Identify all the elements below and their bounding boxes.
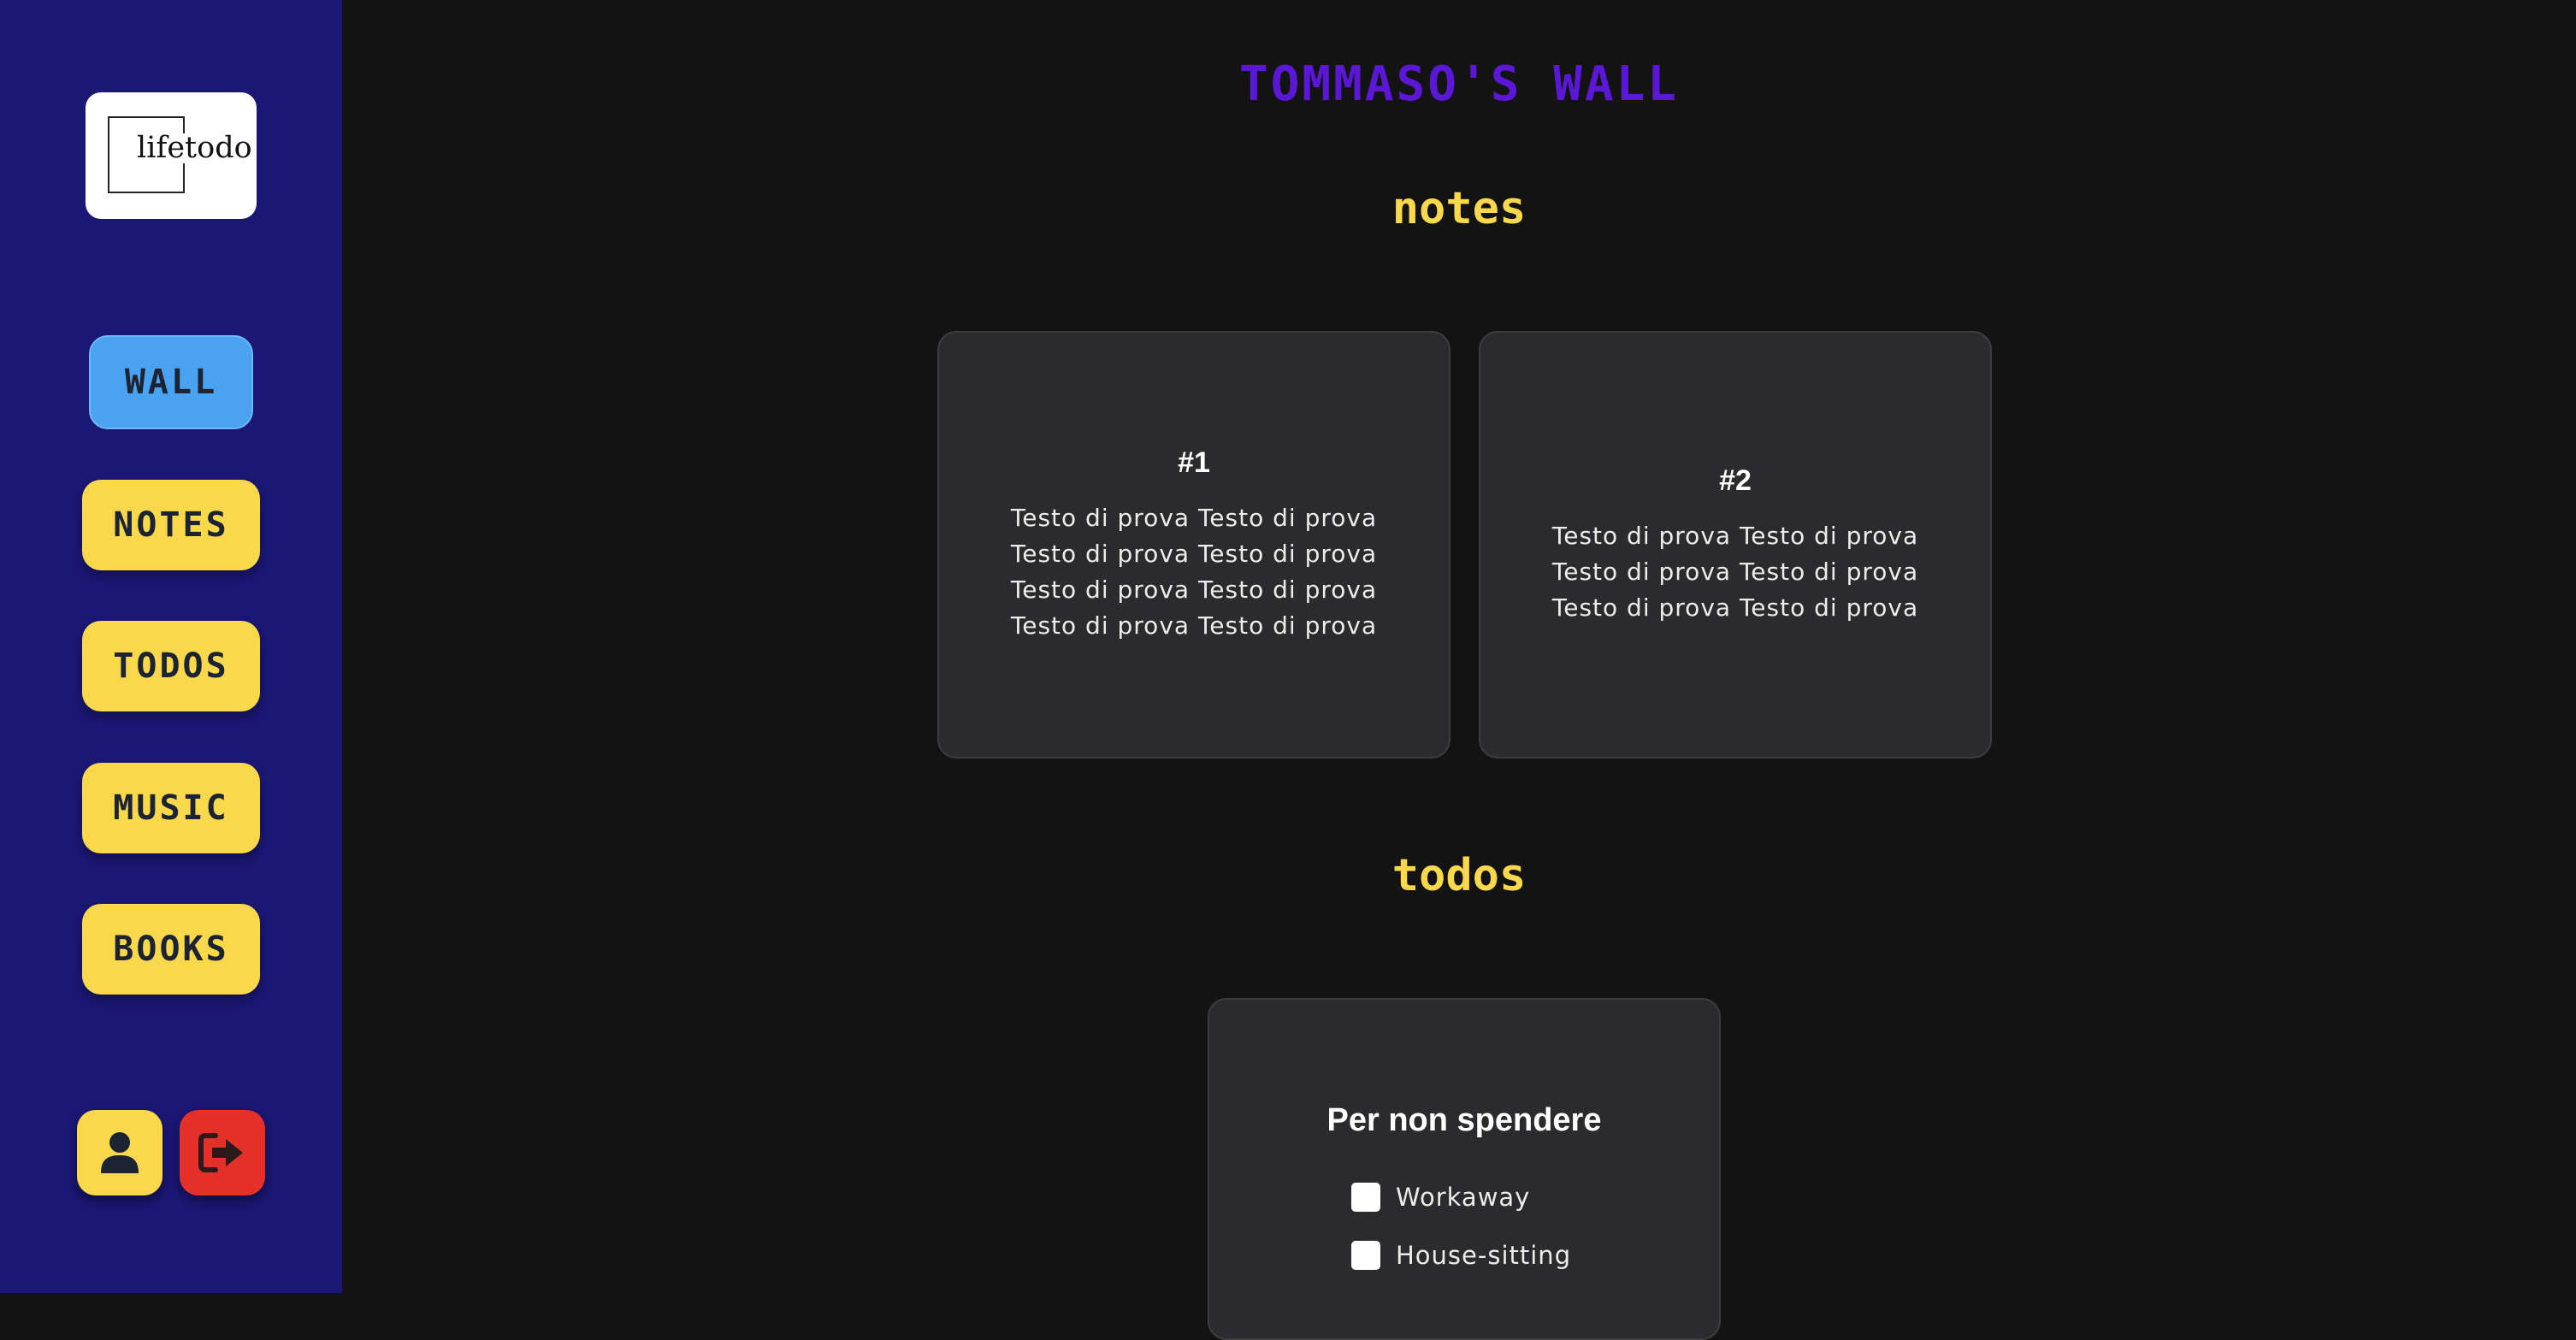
- note-title: #2: [1719, 463, 1752, 497]
- note-body: Testo di prova Testo di prova Testo di p…: [1551, 521, 1919, 622]
- todo-label: House-sitting: [1396, 1241, 1572, 1270]
- app-logo[interactable]: lifetodo: [86, 92, 257, 219]
- sidebar: lifetodo WALL NOTES TODOS MUSIC BOOKS: [0, 0, 342, 1293]
- page-title: TOMMASO'S WALL: [1238, 56, 1679, 112]
- profile-button[interactable]: [77, 1110, 162, 1195]
- note-body: Testo di prova Testo di prova Testo di p…: [1010, 503, 1378, 640]
- logout-icon: [198, 1133, 243, 1172]
- note-card[interactable]: #2 Testo di prova Testo di prova Testo d…: [1479, 331, 1992, 759]
- nav-notes-button[interactable]: NOTES: [82, 480, 260, 570]
- todo-item[interactable]: Workaway: [1351, 1168, 1582, 1226]
- note-title: #1: [1178, 446, 1210, 479]
- nav-music-button[interactable]: MUSIC: [82, 763, 260, 853]
- todo-list-title: Per non spendere: [1326, 1102, 1602, 1138]
- user-icon: [101, 1132, 139, 1173]
- todo-checkbox[interactable]: [1351, 1241, 1380, 1270]
- todo-card: Per non spendere Workaway House-sitting: [1208, 998, 1721, 1340]
- note-card[interactable]: #1 Testo di prova Testo di prova Testo d…: [937, 331, 1450, 759]
- nav-todos-button[interactable]: TODOS: [82, 621, 260, 711]
- nav-wall-button[interactable]: WALL: [89, 335, 253, 429]
- logout-button[interactable]: [180, 1110, 265, 1195]
- nav-books-button[interactable]: BOOKS: [82, 904, 260, 995]
- todo-item[interactable]: House-sitting: [1351, 1226, 1582, 1284]
- todo-label: Workaway: [1396, 1183, 1531, 1212]
- notes-section-heading: notes: [1391, 183, 1527, 234]
- todo-list: Workaway House-sitting: [1351, 1168, 1582, 1284]
- logo-text: lifetodo: [133, 133, 256, 163]
- todo-checkbox[interactable]: [1351, 1183, 1380, 1212]
- todos-section-heading: todos: [1391, 850, 1527, 901]
